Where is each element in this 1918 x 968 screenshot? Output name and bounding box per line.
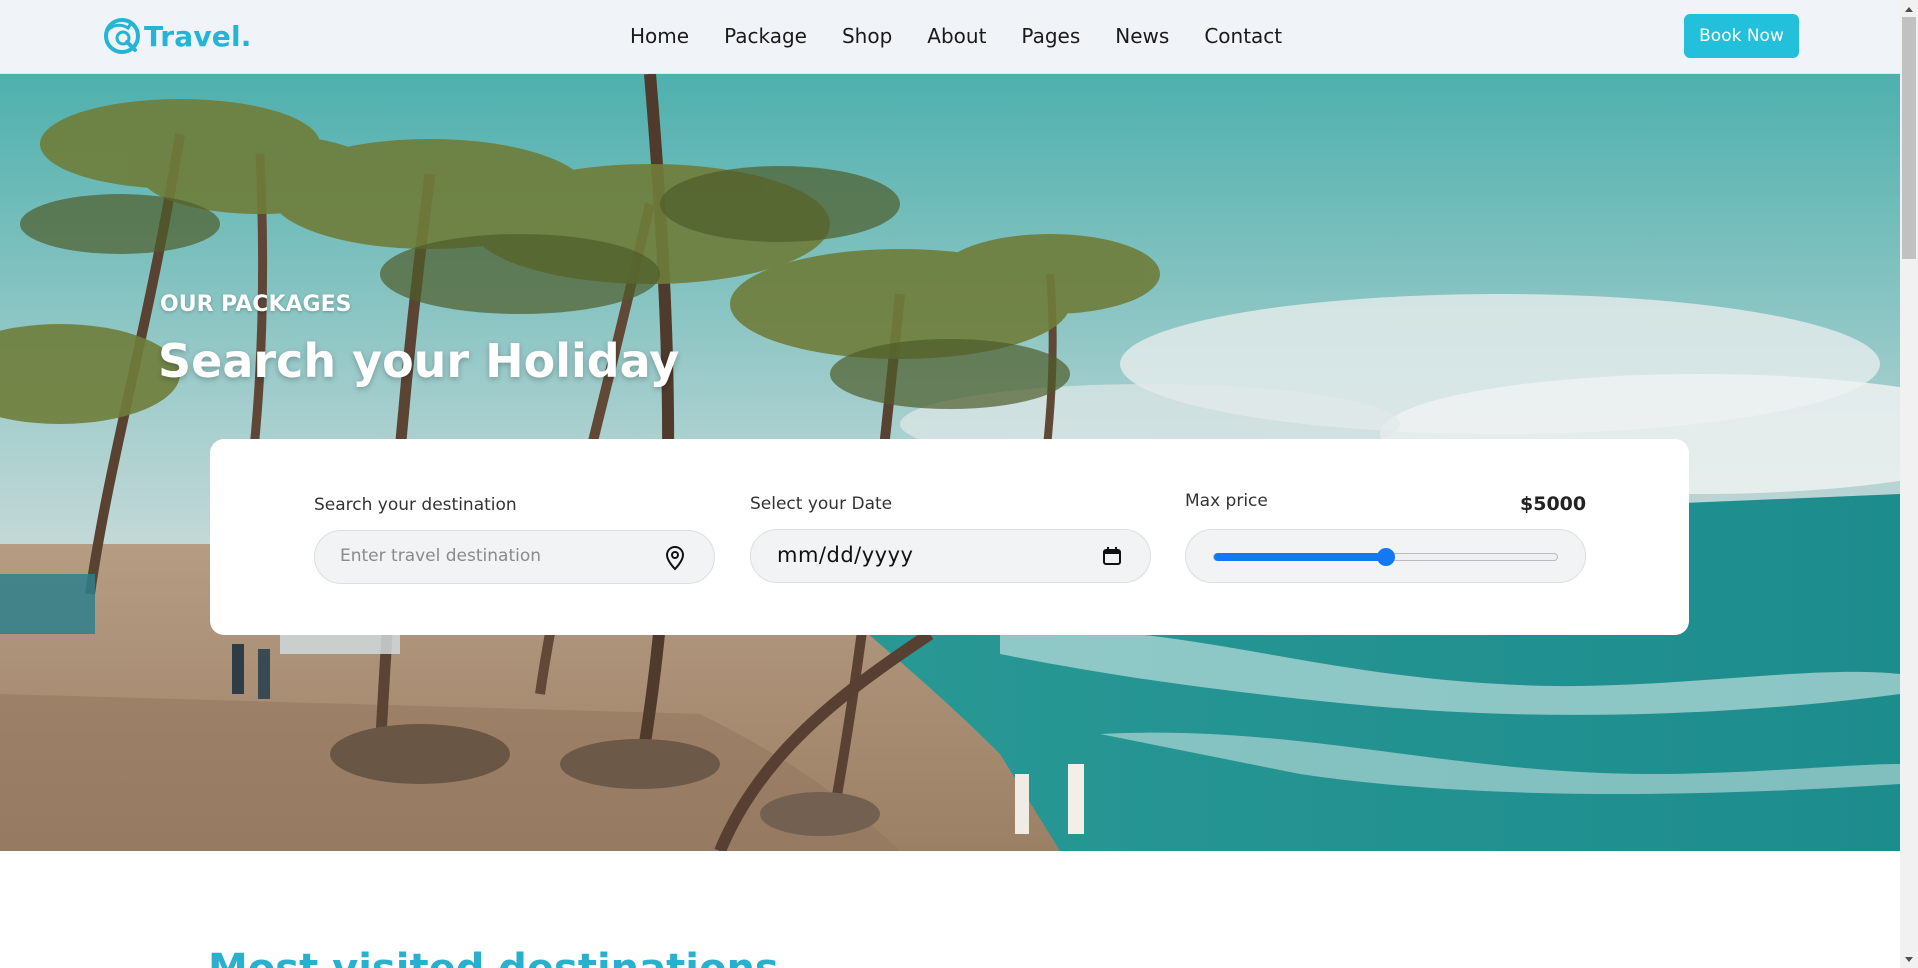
travel-logo-icon <box>104 18 140 54</box>
nav-pages[interactable]: Pages <box>1021 24 1080 48</box>
hero-title: Search your Holiday <box>158 334 680 388</box>
nav-about[interactable]: About <box>927 24 986 48</box>
nav-home[interactable]: Home <box>630 24 689 48</box>
scroll-down-arrow-icon[interactable] <box>1900 951 1918 968</box>
logo[interactable]: Travel. <box>102 16 252 56</box>
nav-news[interactable]: News <box>1115 24 1169 48</box>
max-price-value: $5000 <box>1520 493 1587 515</box>
destination-label: Search your destination <box>314 495 517 515</box>
date-label: Select your Date <box>750 494 893 514</box>
price-slider-field <box>1185 529 1586 583</box>
section-heading: Most visited destinations <box>208 946 779 968</box>
calendar-icon[interactable] <box>1102 546 1122 566</box>
map-pin-icon[interactable] <box>664 545 686 571</box>
nav-shop[interactable]: Shop <box>842 24 892 48</box>
search-card: Search your destination Select your Date… <box>210 439 1689 635</box>
scrollbar-thumb[interactable] <box>1902 17 1916 259</box>
book-now-button[interactable]: Book Now <box>1684 14 1799 58</box>
destination-input[interactable] <box>340 546 640 566</box>
logo-text: Travel. <box>144 19 252 53</box>
date-input[interactable]: mm/dd/yyyy <box>777 543 913 567</box>
main-nav: Home Package Shop About Pages News Conta… <box>630 24 1282 48</box>
price-slider-track[interactable] <box>1213 548 1558 566</box>
hero-section: OUR PACKAGES Search your Holiday Search … <box>0 74 1900 851</box>
nav-package[interactable]: Package <box>724 24 807 48</box>
price-slider-fill <box>1214 553 1386 561</box>
hero-kicker: OUR PACKAGES <box>160 292 352 317</box>
date-field[interactable]: mm/dd/yyyy <box>750 529 1151 583</box>
price-slider-thumb[interactable] <box>1376 548 1395 566</box>
max-price-label: Max price <box>1185 491 1268 511</box>
scroll-up-arrow-icon[interactable] <box>1900 0 1918 17</box>
vertical-scrollbar[interactable] <box>1900 0 1918 968</box>
destination-field[interactable] <box>314 530 715 584</box>
site-header: Travel. Home Package Shop About Pages Ne… <box>0 0 1900 74</box>
page: Travel. Home Package Shop About Pages Ne… <box>0 0 1918 968</box>
nav-contact[interactable]: Contact <box>1204 24 1282 48</box>
